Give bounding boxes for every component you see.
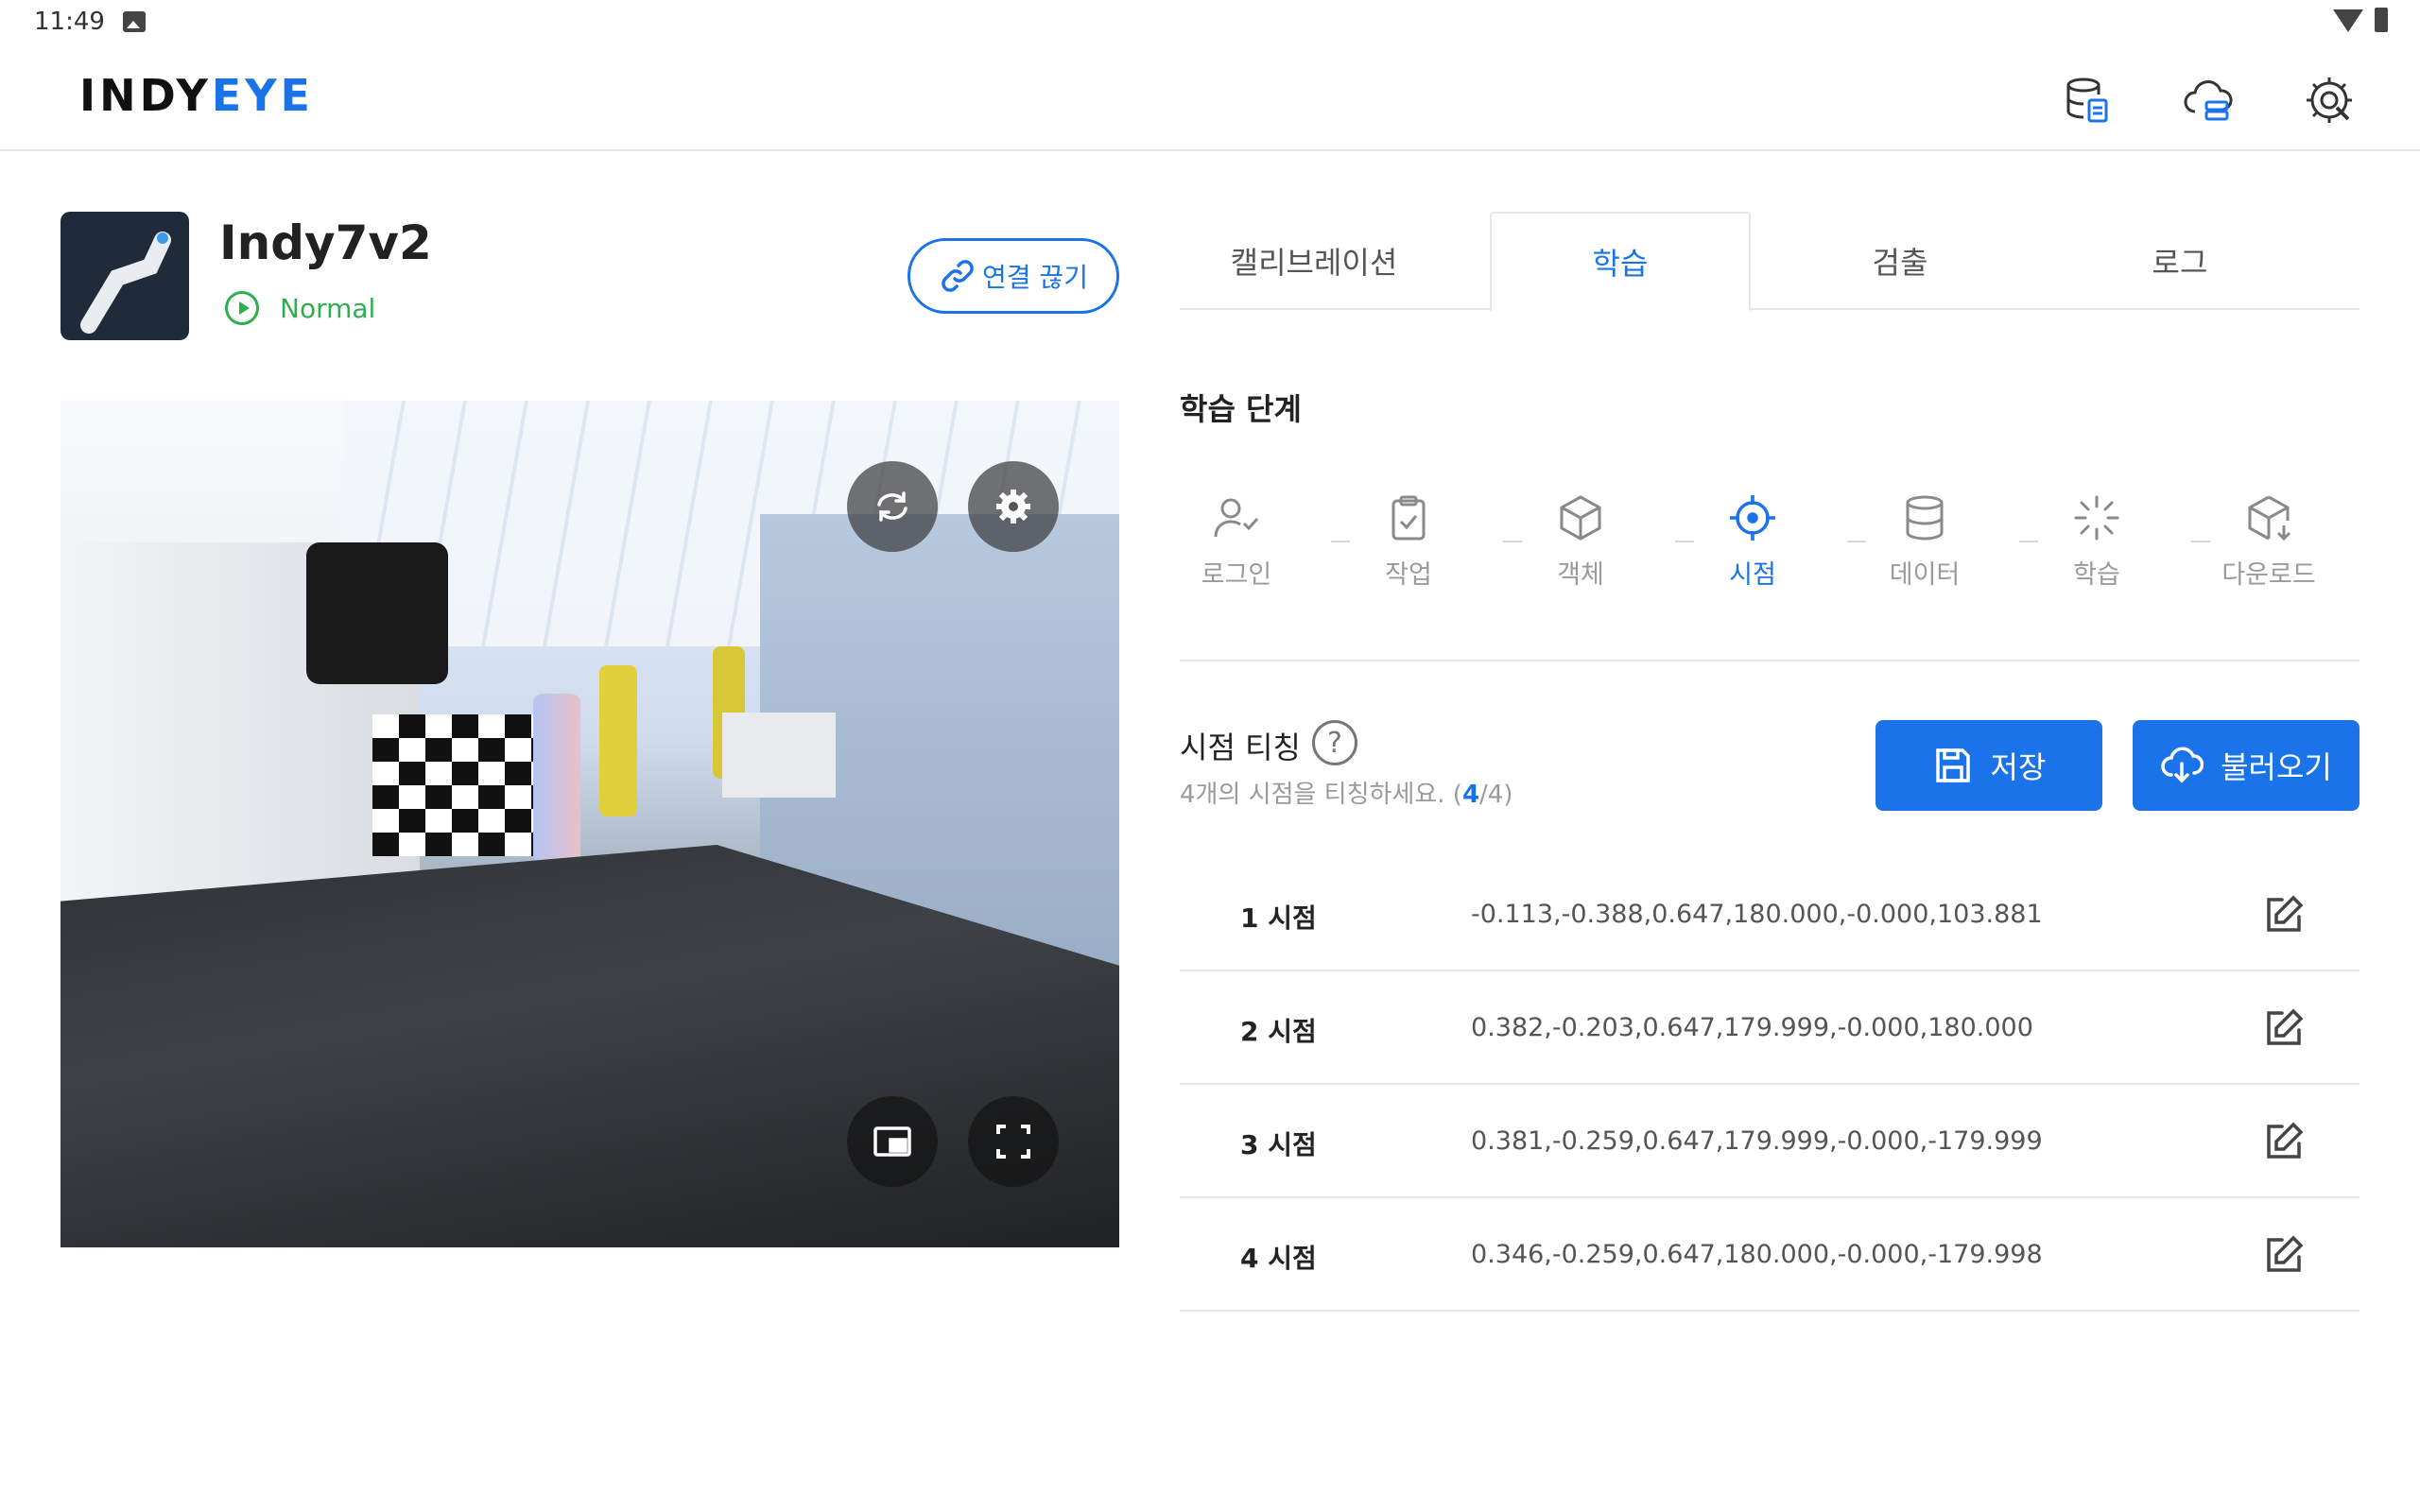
load-button[interactable]: 불러오기 xyxy=(2133,720,2360,811)
logo-main-text: INDY xyxy=(79,70,212,121)
disconnect-button[interactable]: 연결 끊기 xyxy=(908,238,1119,314)
cloud-download-icon xyxy=(2161,747,2204,783)
edit-viewpoint-button[interactable] xyxy=(2254,885,2314,945)
step-viewpoint[interactable]: 시점 xyxy=(1696,491,1809,591)
gear-icon xyxy=(996,490,1030,524)
step-download[interactable]: 다운로드 xyxy=(2212,491,2325,591)
box-download-icon xyxy=(2248,495,2291,541)
divider xyxy=(1180,660,2360,662)
step-data[interactable]: 데이터 xyxy=(1868,491,1981,591)
save-label: 저장 xyxy=(1990,749,2047,785)
viewpoint-name: 2 시점 xyxy=(1240,1016,1317,1047)
edit-viewpoint-button[interactable] xyxy=(2254,1225,2314,1285)
disconnect-label: 연결 끊기 xyxy=(982,262,1088,293)
cloud-storage-icon[interactable] xyxy=(2182,74,2235,127)
viewpoint-name: 1 시점 xyxy=(1240,902,1317,934)
picture-in-picture-button[interactable] xyxy=(847,1096,938,1187)
learning-steps-title: 학습 단계 xyxy=(1180,391,1302,427)
image-notification-icon xyxy=(123,11,146,32)
edit-icon xyxy=(2267,1122,2304,1159)
step-task[interactable]: 작업 xyxy=(1352,491,1465,591)
settings-tools-icon[interactable] xyxy=(2303,74,2356,127)
step-object[interactable]: 객체 xyxy=(1524,491,1637,591)
viewpoint-pose: 0.381,-0.259,0.647,179.999,-0.000,-179.9… xyxy=(1471,1126,2043,1156)
edit-viewpoint-button[interactable] xyxy=(2254,1111,2314,1172)
user-check-icon xyxy=(1214,498,1259,538)
refresh-icon xyxy=(877,491,908,522)
status-ok-icon xyxy=(225,291,259,325)
step-login[interactable]: 로그인 xyxy=(1180,491,1293,591)
viewpoint-row: 3 시점 0.381,-0.259,0.647,179.999,-0.000,-… xyxy=(1180,1085,2360,1198)
battery-icon xyxy=(2375,8,2388,32)
viewpoint-row: 1 시점 -0.113,-0.388,0.647,180.000,-0.000,… xyxy=(1180,858,2360,971)
robot-avatar xyxy=(60,212,189,340)
calibration-board xyxy=(372,714,533,856)
viewpoint-teaching-title: 시점 티칭 xyxy=(1180,730,1301,765)
fullscreen-button[interactable] xyxy=(968,1096,1059,1187)
edit-icon xyxy=(2267,1235,2304,1272)
tab-log[interactable]: 로그 xyxy=(2049,212,2310,310)
device-status: Normal xyxy=(280,293,376,324)
taught-count: 4 xyxy=(1461,781,1480,809)
app-header: INDYEYE xyxy=(0,45,2420,151)
wifi-icon xyxy=(2333,9,2363,32)
edit-icon xyxy=(2267,895,2304,932)
viewpoint-row: 4 시점 0.346,-0.259,0.647,180.000,-0.000,-… xyxy=(1180,1198,2360,1312)
app-logo: INDYEYE xyxy=(79,70,314,121)
system-status-bar: 11:49 xyxy=(0,0,2420,45)
viewpoint-row: 2 시점 0.382,-0.203,0.647,179.999,-0.000,1… xyxy=(1180,971,2360,1085)
loader-icon xyxy=(2074,495,2119,541)
tab-detection[interactable]: 검출 xyxy=(1770,212,2031,310)
cube-icon xyxy=(1560,495,1601,541)
save-button[interactable]: 저장 xyxy=(1876,720,2102,811)
tab-learning[interactable]: 학습 xyxy=(1490,212,1751,312)
camera-settings-button[interactable] xyxy=(968,461,1059,552)
database-doc-icon[interactable] xyxy=(2061,74,2114,127)
viewpoint-name: 3 시점 xyxy=(1240,1129,1317,1160)
logo-accent-text: EYE xyxy=(211,70,314,121)
edit-viewpoint-button[interactable] xyxy=(2254,998,2314,1058)
status-time: 11:49 xyxy=(34,8,105,36)
load-label: 불러오기 xyxy=(2221,749,2332,785)
device-name: Indy7v2 xyxy=(219,215,432,270)
fullscreen-icon xyxy=(996,1125,1030,1159)
viewpoint-teaching-subtitle: 4개의 시점을 티칭하세요. (4/4) xyxy=(1180,781,1513,809)
refresh-button[interactable] xyxy=(847,461,938,552)
viewpoint-pose: -0.113,-0.388,0.647,180.000,-0.000,103.8… xyxy=(1471,900,2043,929)
viewpoint-name: 4 시점 xyxy=(1240,1243,1317,1274)
edit-icon xyxy=(2267,1008,2304,1045)
tab-calibration[interactable]: 캘리브레이션 xyxy=(1184,212,1444,310)
save-icon xyxy=(1935,748,1970,782)
crosshair-icon xyxy=(1730,495,1775,541)
database-icon xyxy=(1906,495,1944,541)
learning-stepper: 로그인 작업 객체 시점 데이터 학습 다운로드 xyxy=(1180,491,2360,605)
viewpoint-pose: 0.382,-0.203,0.647,179.999,-0.000,180.00… xyxy=(1471,1013,2033,1042)
step-training[interactable]: 학습 xyxy=(2040,491,2153,591)
link-icon xyxy=(942,260,974,292)
main-tabs: 캘리브레이션 학습 검출 로그 xyxy=(1180,212,2360,312)
clipboard-check-icon xyxy=(1392,495,1426,541)
help-icon[interactable]: ? xyxy=(1312,720,1357,765)
picture-in-picture-icon xyxy=(873,1126,911,1157)
viewpoint-pose: 0.346,-0.259,0.647,180.000,-0.000,-179.9… xyxy=(1471,1240,2043,1269)
camera-feed xyxy=(60,401,1119,1247)
